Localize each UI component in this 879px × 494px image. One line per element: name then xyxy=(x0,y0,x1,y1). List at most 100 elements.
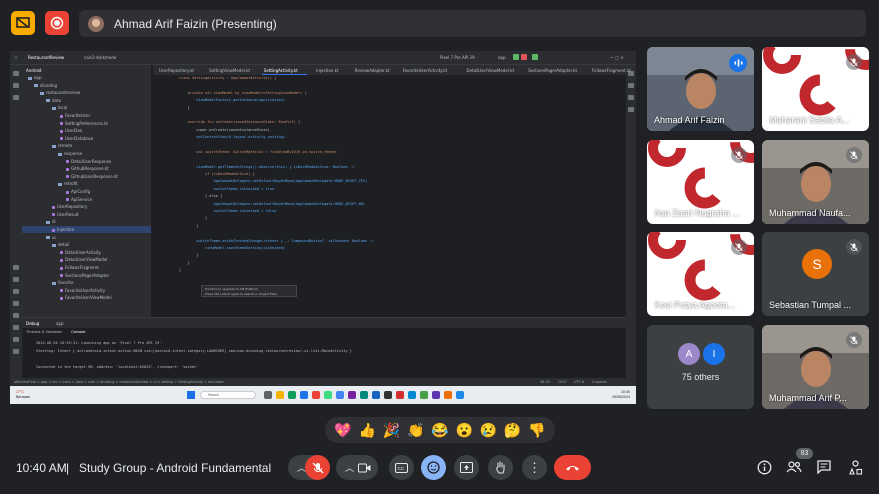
editor-tab[interactable]: FollowsFragment.kt xyxy=(592,68,631,73)
participant-tile[interactable]: Kesi Putya Agoota... xyxy=(647,232,754,316)
participant-tile[interactable]: Asa Zaari Nugraha ... xyxy=(647,140,754,224)
project-tree-item[interactable]: remote xyxy=(52,142,72,149)
file-explorer-icon[interactable] xyxy=(276,391,284,399)
stop-icon[interactable] xyxy=(521,54,527,60)
leave-call-button[interactable] xyxy=(554,455,591,480)
weather-widget[interactable]: 27°C Berawan xyxy=(16,390,30,400)
debug-icon[interactable] xyxy=(532,54,538,60)
project-tree-item[interactable]: ui xyxy=(46,234,56,241)
app-icon[interactable] xyxy=(420,391,428,399)
project-tree-item[interactable]: detail xyxy=(52,241,69,248)
status-line-ending[interactable]: CRLF xyxy=(558,380,567,384)
thumbs-up-reaction[interactable]: 👍 xyxy=(357,422,377,439)
app-icon[interactable] xyxy=(312,391,320,399)
todo-tool-icon[interactable] xyxy=(13,349,19,354)
project-tree-item[interactable]: retrofit xyxy=(58,180,78,187)
build-tool-icon[interactable] xyxy=(13,265,19,270)
project-tree-item[interactable]: GithubResponse.kt xyxy=(66,165,109,172)
laugh-reaction[interactable]: 😂 xyxy=(430,422,450,439)
raise-hand-button[interactable] xyxy=(488,455,513,480)
app-icon[interactable] xyxy=(360,391,368,399)
mic-off-button[interactable] xyxy=(305,455,330,480)
reactions-button[interactable] xyxy=(421,455,446,480)
project-tree-item[interactable]: DetailUserActivity xyxy=(60,249,101,256)
participant-tile[interactable]: Ahmad Arif Faizin xyxy=(647,47,754,131)
project-tool-icon[interactable] xyxy=(13,71,19,76)
thinking-reaction[interactable]: 🤔 xyxy=(503,422,523,439)
app-icon[interactable] xyxy=(372,391,380,399)
editor-tab[interactable]: SectionsPagerAdapter.kt xyxy=(528,68,577,73)
captions-button[interactable]: CC xyxy=(389,455,414,480)
project-tree-item[interactable]: response xyxy=(58,150,82,157)
ide-branch[interactable]: calc2-darkmode xyxy=(84,55,116,60)
app-tab[interactable]: app xyxy=(56,321,64,326)
heart-reaction[interactable]: 💖 xyxy=(333,422,353,439)
project-tree-item[interactable]: SettingPreferences.kt xyxy=(60,120,108,127)
ide-run-config[interactable]: app xyxy=(498,55,506,60)
thumbs-down-reaction[interactable]: 👎 xyxy=(527,422,547,439)
project-tree-item[interactable]: favorite xyxy=(52,279,73,286)
status-position[interactable]: 38:33 xyxy=(540,380,550,384)
activities-button[interactable] xyxy=(846,458,864,476)
editor-tab[interactable]: Injection.kt xyxy=(316,68,338,73)
participant-tile[interactable]: S Sebastian Tumpal ... xyxy=(762,232,869,316)
project-tree-item[interactable]: data xyxy=(46,97,61,104)
app-icon[interactable] xyxy=(396,391,404,399)
project-tree-item[interactable]: dicoding xyxy=(34,82,57,89)
participant-tile[interactable]: Muhammad Naufa... xyxy=(762,140,869,224)
camera-button[interactable] xyxy=(353,455,375,480)
project-tree-item[interactable]: UserRepository xyxy=(52,203,87,210)
terminal-tool-icon[interactable] xyxy=(13,289,19,294)
problems-tool-icon[interactable] xyxy=(13,301,19,306)
project-tree-item[interactable]: FavoriteUser xyxy=(60,112,90,119)
run-icon[interactable] xyxy=(513,54,519,60)
editor-tab[interactable]: SettingActivity.kt xyxy=(264,68,298,73)
structure-tool-icon[interactable] xyxy=(13,95,19,100)
editor-tab[interactable]: DetailUserViewModel.kt xyxy=(467,68,515,73)
windows-start-icon[interactable] xyxy=(187,391,195,399)
project-tree-item[interactable]: Injection xyxy=(22,226,151,233)
present-button[interactable] xyxy=(454,455,479,480)
surprised-reaction[interactable]: 😮 xyxy=(454,422,474,439)
app-icon[interactable] xyxy=(384,391,392,399)
window-controls-icon[interactable]: — ▢ ✕ xyxy=(610,55,624,60)
taskbar-clock[interactable]: 10:40 26/06/2024 xyxy=(612,390,630,400)
logcat-tool-icon[interactable] xyxy=(13,277,19,282)
project-tree-item[interactable]: FollowsFragment xyxy=(60,264,99,271)
running-devices-tool-icon[interactable] xyxy=(628,107,634,112)
taskbar-search[interactable]: Search xyxy=(200,391,256,399)
git-tool-icon[interactable] xyxy=(13,337,19,342)
project-tree-item[interactable]: ApiConfig xyxy=(66,188,90,195)
chat-button[interactable] xyxy=(815,458,833,476)
people-button[interactable] xyxy=(785,458,803,476)
editor-tab[interactable]: FavoriteUserActivity.kt xyxy=(403,68,448,73)
code-content[interactable]: class SettingActivity : AppCompatActivit… xyxy=(179,75,374,275)
app-icon[interactable] xyxy=(408,391,416,399)
app-icon[interactable] xyxy=(336,391,344,399)
debug-tab[interactable]: Debug xyxy=(26,321,39,326)
project-tree-item[interactable]: UserDao xyxy=(60,127,82,134)
device-manager-tool-icon[interactable] xyxy=(628,95,634,100)
code-editor[interactable]: class SettingActivity : AppCompatActivit… xyxy=(153,75,626,317)
present-icon[interactable] xyxy=(11,11,35,35)
project-view-selector[interactable]: Android xyxy=(26,67,41,74)
project-tree-item[interactable]: DetailUserViewModel xyxy=(60,256,107,263)
participant-tile[interactable]: Muhammad Arif P... xyxy=(762,325,869,409)
clap-reaction[interactable]: 👏 xyxy=(406,422,426,439)
participant-tile[interactable]: Maharani Sabila A... xyxy=(762,47,869,131)
project-tree-item[interactable]: local xyxy=(52,104,67,111)
party-reaction[interactable]: 🎉 xyxy=(382,422,402,439)
project-tree-item[interactable]: ApiService xyxy=(66,196,92,203)
app-icon[interactable] xyxy=(432,391,440,399)
project-tree-item[interactable]: DetailUserResponse xyxy=(66,158,111,165)
gradle-tool-icon[interactable] xyxy=(628,83,634,88)
app-icon[interactable] xyxy=(456,391,464,399)
threads-variables-tab[interactable]: Threads & Variables xyxy=(26,330,62,334)
run-tool-icon[interactable] xyxy=(13,313,19,318)
project-tree-item[interactable]: UserDatabase xyxy=(60,135,93,142)
sad-reaction[interactable]: 😢 xyxy=(478,422,498,439)
project-tree-item[interactable]: di xyxy=(46,218,56,225)
commit-tool-icon[interactable] xyxy=(13,83,19,88)
project-tree-item[interactable]: SectionsPagerAdapter xyxy=(60,272,109,279)
project-tree-item[interactable]: FavoriteUserViewModel xyxy=(60,294,112,301)
